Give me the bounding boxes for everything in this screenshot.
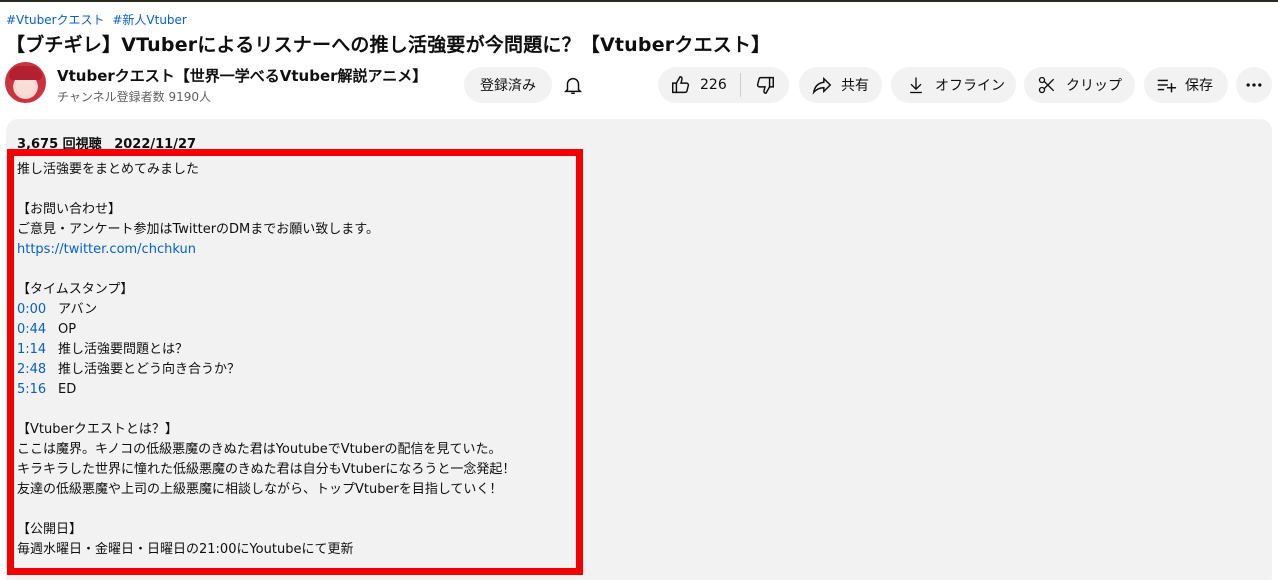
timestamp-label: OP: [58, 322, 77, 337]
timestamp-link[interactable]: 2:48: [17, 360, 58, 380]
release-heading: 【公開日】: [17, 522, 83, 537]
thumbs-up-icon: [670, 74, 692, 96]
scissors-icon: [1036, 74, 1058, 96]
description-line: 推し活強要をまとめてみました: [17, 162, 200, 177]
download-icon: [905, 74, 927, 96]
timestamp-label: 推し活強要問題とは？: [58, 342, 189, 357]
share-arrow-icon: [811, 74, 833, 96]
save-label: 保存: [1185, 78, 1213, 94]
playlist-add-icon: [1155, 74, 1177, 96]
timestamp-row: 2:48 推し活強要とどう向き合うか？: [17, 360, 577, 380]
video-title: 【ブチギレ】VTuberによるリスナーへの推し活強要が今問題に？【Vtuberク…: [6, 34, 771, 56]
release-text: 毎週水曜日・金曜日・日曜日の21:00にYoutubeにて更新: [17, 542, 354, 557]
contact-heading: 【お問い合わせ】: [17, 202, 122, 217]
about-line: 友達の低級悪魔や上司の上級悪魔に相談しながら、トップVtuberを目指していく！: [17, 482, 503, 497]
offline-download-button[interactable]: オフライン: [891, 67, 1016, 103]
clip-button[interactable]: クリップ: [1024, 67, 1135, 103]
subscribed-button[interactable]: 登録済み: [464, 67, 552, 103]
top-border: [0, 0, 1278, 2]
dislike-button[interactable]: [741, 67, 789, 103]
description-line: 新人Vtuber界隈で推し活強要問題が今問題になっています。: [17, 150, 577, 160]
timestamp-label: ED: [58, 382, 77, 397]
hashtag-list: #Vtuberクエスト #新人Vtuber: [6, 11, 191, 28]
twitter-link[interactable]: https://twitter.com/chchkun: [17, 242, 196, 257]
about-line: キラキラした世界に憧れた低級悪魔のきぬた君は自分もVtuberになろうと一念発起…: [17, 462, 516, 477]
timestamp-label: 推し活強要とどう向き合うか？: [58, 362, 241, 377]
timestamp-link[interactable]: 1:14: [17, 340, 58, 360]
channel-avatar[interactable]: [5, 62, 46, 103]
share-button[interactable]: 共有: [799, 67, 882, 103]
timestamp-label: アバン: [58, 302, 98, 317]
timestamps-heading: 【タイムスタンプ】: [17, 282, 134, 297]
timestamp-row: 5:16 ED: [17, 380, 577, 400]
about-heading: 【Vtuberクエストとは？】: [17, 422, 178, 437]
timestamp-link[interactable]: 0:00: [17, 300, 58, 320]
hashtag-link[interactable]: #Vtuberクエスト: [6, 13, 105, 27]
like-button[interactable]: 226: [658, 67, 740, 103]
more-actions-button[interactable]: [1236, 67, 1272, 103]
like-count: 226: [700, 77, 727, 93]
channel-name[interactable]: Vtuberクエスト【世界一学べるVtuber解説アニメ】: [57, 65, 427, 86]
about-line: ここは魔界。キノコの低級悪魔のきぬた君はYoutubeでVtuberの配信を見て…: [17, 442, 502, 457]
save-button[interactable]: 保存: [1144, 67, 1228, 103]
timestamp-row: 1:14 推し活強要問題とは？: [17, 340, 577, 360]
thumbs-down-icon: [754, 74, 776, 96]
avatar-hair: [9, 66, 42, 80]
clip-label: クリップ: [1066, 78, 1122, 94]
timestamp-row: 0:44 OP: [17, 320, 577, 340]
notification-bell-icon[interactable]: [559, 71, 587, 99]
more-dots-icon: [1243, 74, 1265, 96]
like-dislike-group: 226: [658, 67, 789, 103]
description-text: 新人Vtuber界隈で推し活強要問題が今問題になっています。 推し活強要をまとめ…: [17, 150, 577, 580]
share-label: 共有: [841, 78, 869, 94]
contact-text: ご意見・アンケート参加はTwitterのDMまでお願い致します。: [17, 222, 379, 237]
hashtag-link[interactable]: #新人Vtuber: [112, 13, 187, 27]
timestamp-link[interactable]: 5:16: [17, 380, 58, 400]
timestamp-row: 0:00 アバン: [17, 300, 577, 320]
timestamp-link[interactable]: 0:44: [17, 320, 58, 340]
offline-label: オフライン: [935, 78, 1005, 94]
subscriber-count: チャンネル登録者数 9190人: [57, 90, 211, 104]
